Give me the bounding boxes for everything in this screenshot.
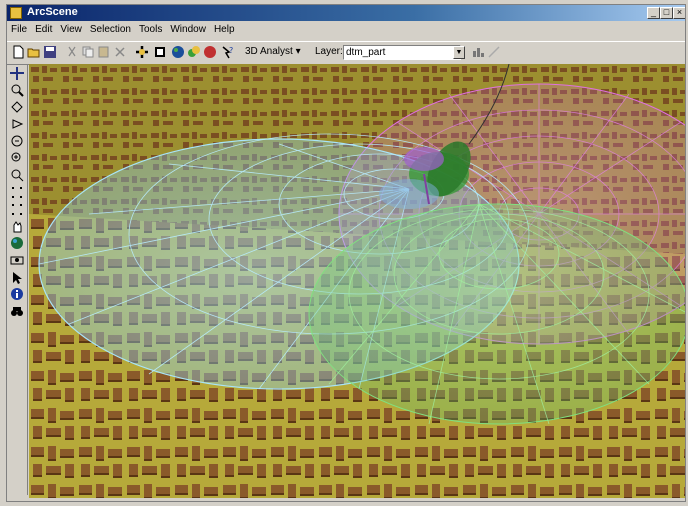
arcscene-window: ArcScene _ □ × File Edit View Selection Tool…: [6, 4, 686, 502]
paste-icon[interactable]: [97, 45, 111, 59]
menu-window[interactable]: Window: [166, 22, 210, 37]
toolbar: ? 3D Analyst ▾ Layer: dtm_part ▼: [7, 41, 685, 65]
zoom-to-target-icon[interactable]: [10, 169, 24, 182]
full-extent-icon[interactable]: [10, 186, 24, 199]
layer-select[interactable]: dtm_part: [343, 45, 461, 60]
pan-hand-icon[interactable]: [10, 220, 24, 233]
layer-label: Layer:: [315, 46, 343, 57]
raster-tool-icon[interactable]: [471, 45, 485, 59]
help-icon[interactable]: ?: [221, 45, 235, 59]
menu-edit[interactable]: Edit: [31, 22, 56, 37]
open-folder-icon[interactable]: [27, 45, 41, 59]
tools-toolbar: [7, 64, 28, 495]
globe-rotate-icon[interactable]: [10, 237, 24, 250]
app-icon: [10, 7, 22, 19]
export-icon[interactable]: [153, 45, 167, 59]
scene-properties-icon[interactable]: [187, 45, 201, 59]
navigate-icon[interactable]: [10, 67, 24, 80]
copy-icon[interactable]: [81, 45, 95, 59]
delete-icon[interactable]: [113, 45, 127, 59]
green-viewshed-dome: [308, 203, 685, 425]
menu-view[interactable]: View: [56, 22, 86, 37]
new-document-icon[interactable]: [11, 45, 25, 59]
close-button[interactable]: ×: [673, 7, 685, 19]
menu-bar: File Edit View Selection Tools Window Help: [7, 22, 685, 40]
save-icon[interactable]: [43, 45, 57, 59]
zoom-out-icon[interactable]: [10, 135, 24, 148]
center-on-target-icon[interactable]: [10, 254, 24, 267]
globe-icon[interactable]: [171, 45, 185, 59]
target-zoom-icon[interactable]: [10, 152, 24, 165]
3d-scene-view[interactable]: [29, 64, 685, 498]
cut-icon[interactable]: [65, 45, 79, 59]
3d-analyst-dropdown[interactable]: 3D Analyst ▾: [245, 46, 301, 57]
chevron-down-icon[interactable]: ▼: [453, 46, 465, 59]
title-bar: ArcScene _ □ ×: [7, 5, 685, 21]
binoculars-icon[interactable]: [10, 305, 24, 318]
minimize-button[interactable]: _: [647, 7, 660, 19]
menu-file[interactable]: File: [7, 22, 31, 37]
animation-icon[interactable]: [203, 45, 217, 59]
zoom-in-icon[interactable]: [10, 118, 24, 131]
interpolate-icon[interactable]: [487, 45, 501, 59]
menu-tools[interactable]: Tools: [135, 22, 166, 37]
window-title: ArcScene: [27, 6, 78, 18]
identify-icon[interactable]: [10, 288, 24, 301]
maximize-button[interactable]: □: [660, 7, 673, 19]
zoom-in-out-icon[interactable]: [10, 84, 24, 97]
add-data-icon[interactable]: [135, 45, 149, 59]
pan-icon[interactable]: [10, 101, 24, 114]
menu-help[interactable]: Help: [210, 22, 239, 37]
menu-selection[interactable]: Selection: [86, 22, 135, 37]
zoom-extent-icon[interactable]: [10, 203, 24, 216]
select-pointer-icon[interactable]: [10, 271, 24, 284]
svg-text:?: ?: [229, 46, 233, 55]
